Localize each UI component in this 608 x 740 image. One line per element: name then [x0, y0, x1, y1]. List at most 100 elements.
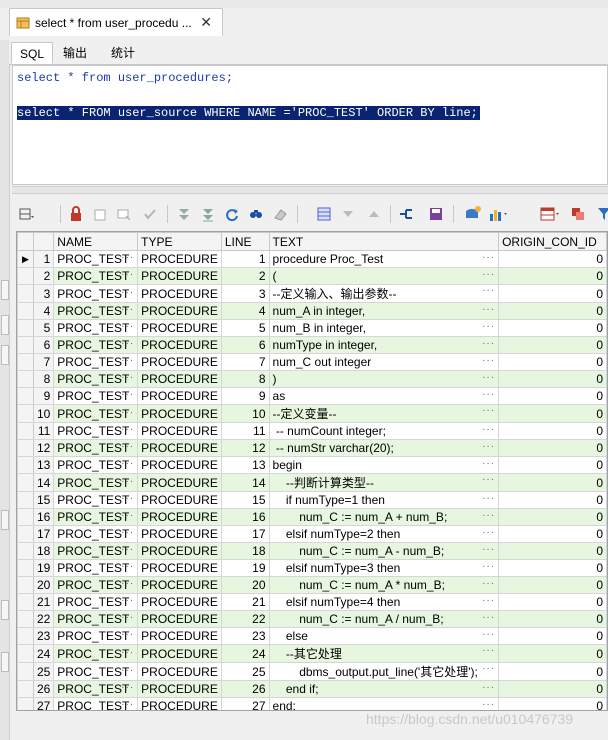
cell-type[interactable]: PROCEDURE	[137, 680, 222, 698]
row-indicator[interactable]	[17, 319, 34, 337]
cell-line[interactable]: 18	[220, 542, 270, 560]
cell-origin-con-id[interactable]: 0	[498, 593, 607, 611]
cell-ellipsis-button[interactable]: ···	[482, 510, 495, 521]
table-row[interactable]: 17 ··· PROC_TEST PROCEDURE 17 ··· elsif numTy…	[17, 525, 607, 543]
cell-line[interactable]: 22	[220, 610, 270, 628]
cell-origin-con-id[interactable]: 0	[498, 662, 607, 681]
cell-name[interactable]: ··· PROC_TEST	[53, 491, 139, 509]
row-number[interactable]: 6	[32, 336, 55, 354]
cell-line[interactable]: 21	[220, 593, 270, 611]
cell-origin-con-id[interactable]: 0	[498, 542, 607, 560]
cell-text[interactable]: ··· end if;	[268, 680, 500, 698]
table-row[interactable]: 13 ··· PROC_TEST PROCEDURE 13 ··· begin 0	[17, 456, 607, 474]
row-number[interactable]: 23	[32, 627, 55, 645]
cell-type[interactable]: PROCEDURE	[137, 662, 222, 681]
row-indicator[interactable]	[17, 370, 34, 388]
cell-name[interactable]: ··· PROC_TEST	[53, 267, 139, 285]
cell-name[interactable]: ··· PROC_TEST	[53, 525, 139, 543]
table-row[interactable]: 2 ··· PROC_TEST PROCEDURE 2 ···(0	[17, 267, 607, 285]
sql-editor[interactable]: select * from user_procedures; select * …	[12, 65, 608, 185]
table-row[interactable]: 21 ··· PROC_TEST PROCEDURE 21 ··· elsif numTy…	[17, 593, 607, 611]
cell-origin-con-id[interactable]: 0	[498, 439, 607, 457]
row-number[interactable]: 21	[32, 593, 55, 611]
row-number[interactable]: 15	[32, 491, 55, 509]
grid-options-icon[interactable]	[16, 204, 36, 224]
table-row[interactable]: 24 ··· PROC_TEST PROCEDURE 24 ··· --其它处理 0	[17, 644, 607, 663]
cell-line[interactable]: 1	[220, 250, 270, 268]
row-number[interactable]: 20	[32, 576, 55, 594]
cell-ellipsis-button[interactable]: ···	[482, 475, 495, 486]
panel-handle[interactable]	[1, 280, 9, 300]
cell-type[interactable]: PROCEDURE	[137, 439, 222, 457]
cell-ellipsis-button[interactable]: ···	[482, 493, 495, 504]
lock-icon[interactable]	[66, 204, 86, 224]
row-number[interactable]: 10	[32, 404, 55, 423]
cell-origin-con-id[interactable]: 0	[498, 422, 607, 440]
cell-ellipsis-button[interactable]: ···	[482, 304, 495, 315]
cell-name[interactable]: ··· PROC_TEST	[53, 593, 139, 611]
post-changes-icon[interactable]	[140, 204, 160, 224]
cell-name[interactable]: ··· PROC_TEST	[53, 319, 139, 337]
cell-type[interactable]: PROCEDURE	[137, 610, 222, 628]
cell-text[interactable]: ··· end;	[268, 697, 500, 710]
cell-ellipsis-button[interactable]: ···	[482, 406, 495, 417]
table-row[interactable]: 7 ··· PROC_TEST PROCEDURE 7 ··· num_C out inte…	[17, 353, 607, 371]
cell-line[interactable]: 23	[220, 627, 270, 645]
cell-name[interactable]: ··· PROC_TEST	[53, 404, 139, 423]
cell-origin-con-id[interactable]: 0	[498, 610, 607, 628]
cell-text[interactable]: ··· --判断计算类型--	[268, 473, 500, 492]
row-number[interactable]: 18	[32, 542, 55, 560]
cell-line[interactable]: 3	[220, 284, 270, 303]
cell-line[interactable]: 24	[220, 644, 270, 663]
cell-type[interactable]: PROCEDURE	[137, 508, 222, 526]
row-number[interactable]: 27	[32, 697, 55, 710]
cell-name[interactable]: ··· PROC_TEST	[53, 422, 139, 440]
cell-type[interactable]: PROCEDURE	[137, 267, 222, 285]
table-row[interactable]: 19 ··· PROC_TEST PROCEDURE 19 ··· elsif numTy…	[17, 559, 607, 577]
cell-ellipsis-button[interactable]: ···	[482, 544, 495, 555]
sort-asc-icon[interactable]	[364, 204, 384, 224]
cell-line[interactable]: 2	[220, 267, 270, 285]
new-record-icon[interactable]	[90, 204, 110, 224]
table-row[interactable]: 26 ··· PROC_TEST PROCEDURE 26 ··· end if; 0	[17, 680, 607, 698]
cell-name[interactable]: ··· PROC_TEST	[53, 542, 139, 560]
cell-name[interactable]: ··· PROC_TEST	[53, 439, 139, 457]
row-indicator[interactable]	[17, 284, 34, 303]
cell-origin-con-id[interactable]: 0	[498, 627, 607, 645]
row-indicator[interactable]	[17, 662, 34, 681]
cell-origin-con-id[interactable]: 0	[498, 370, 607, 388]
row-number[interactable]: 9	[32, 387, 55, 405]
cell-text[interactable]: ··· begin	[268, 456, 500, 474]
chart-icon[interactable]	[488, 204, 508, 224]
cell-name[interactable]: ··· PROC_TEST	[53, 680, 139, 698]
cell-line[interactable]: 20	[220, 576, 270, 594]
row-number[interactable]: 25	[32, 662, 55, 681]
cell-ellipsis-button[interactable]: ···	[482, 646, 495, 657]
cell-ellipsis-button[interactable]: ···	[482, 664, 495, 675]
cell-name[interactable]: ··· PROC_TEST	[53, 559, 139, 577]
cell-name[interactable]: ··· PROC_TEST	[53, 576, 139, 594]
cell-type[interactable]: PROCEDURE	[137, 525, 222, 543]
row-indicator[interactable]	[17, 610, 34, 628]
cell-ellipsis-button[interactable]: ···	[482, 682, 495, 693]
cell-type[interactable]: PROCEDURE	[137, 284, 222, 303]
cell-line[interactable]: 9	[220, 387, 270, 405]
column-header-type[interactable]: TYPE	[137, 232, 222, 251]
cell-text[interactable]: ··· (	[268, 267, 500, 285]
table-row[interactable]: 22 ··· PROC_TEST PROCEDURE 22 ··· num_C := nu…	[17, 610, 607, 628]
cell-name[interactable]: ··· PROC_TEST	[53, 610, 139, 628]
cell-type[interactable]: PROCEDURE	[137, 644, 222, 663]
row-indicator[interactable]	[17, 302, 34, 320]
cell-text[interactable]: ··· -- numCount integer;	[268, 422, 500, 440]
table-row[interactable]: 27 ··· PROC_TEST PROCEDURE 27 ··· end; 0	[17, 697, 607, 710]
cell-name[interactable]: ··· PROC_TEST	[53, 387, 139, 405]
row-number[interactable]: 13	[32, 456, 55, 474]
column-header-origin-con-id[interactable]: ORIGIN_CON_ID	[498, 232, 607, 251]
refresh-icon[interactable]	[222, 204, 242, 224]
cell-name[interactable]: ··· PROC_TEST	[53, 284, 139, 303]
cell-origin-con-id[interactable]: 0	[498, 491, 607, 509]
row-number[interactable]: 8	[32, 370, 55, 388]
row-number[interactable]: 26	[32, 680, 55, 698]
table-row[interactable]: 5 ··· PROC_TEST PROCEDURE 5 ··· num_B in integ…	[17, 319, 607, 337]
table-row[interactable]: 20 ··· PROC_TEST PROCEDURE 20 ··· num_C := nu…	[17, 576, 607, 594]
